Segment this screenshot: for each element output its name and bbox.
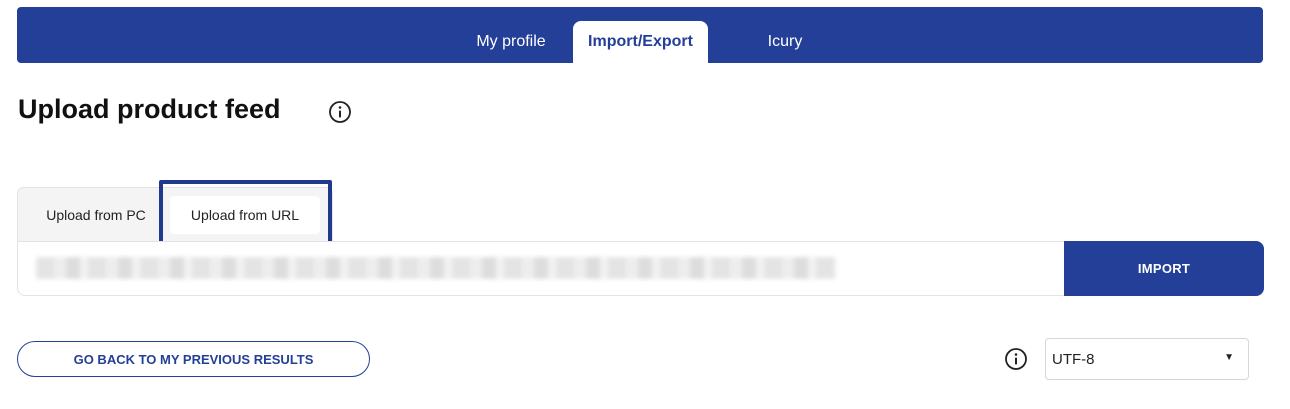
info-icon[interactable] — [1004, 347, 1028, 371]
tab-upload-from-pc[interactable]: Upload from PC — [26, 188, 166, 242]
info-icon[interactable] — [328, 100, 352, 124]
nav-tab-my-profile[interactable]: My profile — [446, 21, 576, 63]
go-back-button[interactable]: GO BACK TO MY PREVIOUS RESULTS — [17, 341, 370, 377]
top-navigation: My profile Import/Export Icury — [17, 7, 1263, 63]
encoding-select[interactable]: UTF-8 ▼ — [1045, 338, 1249, 380]
upload-source-tabs: Upload from PC Upload from URL — [17, 187, 333, 241]
encoding-selected-value: UTF-8 — [1052, 350, 1095, 368]
blurred-url-value — [36, 257, 836, 279]
import-button[interactable]: IMPORT — [1064, 241, 1264, 296]
nav-tab-icury[interactable]: Icury — [735, 21, 835, 63]
caret-down-icon: ▼ — [1224, 352, 1234, 363]
tab-upload-from-url[interactable]: Upload from URL — [170, 196, 320, 234]
url-input-row: IMPORT — [17, 241, 1264, 296]
page-title: Upload product feed — [18, 94, 281, 124]
nav-tab-import-export[interactable]: Import/Export — [573, 21, 708, 63]
